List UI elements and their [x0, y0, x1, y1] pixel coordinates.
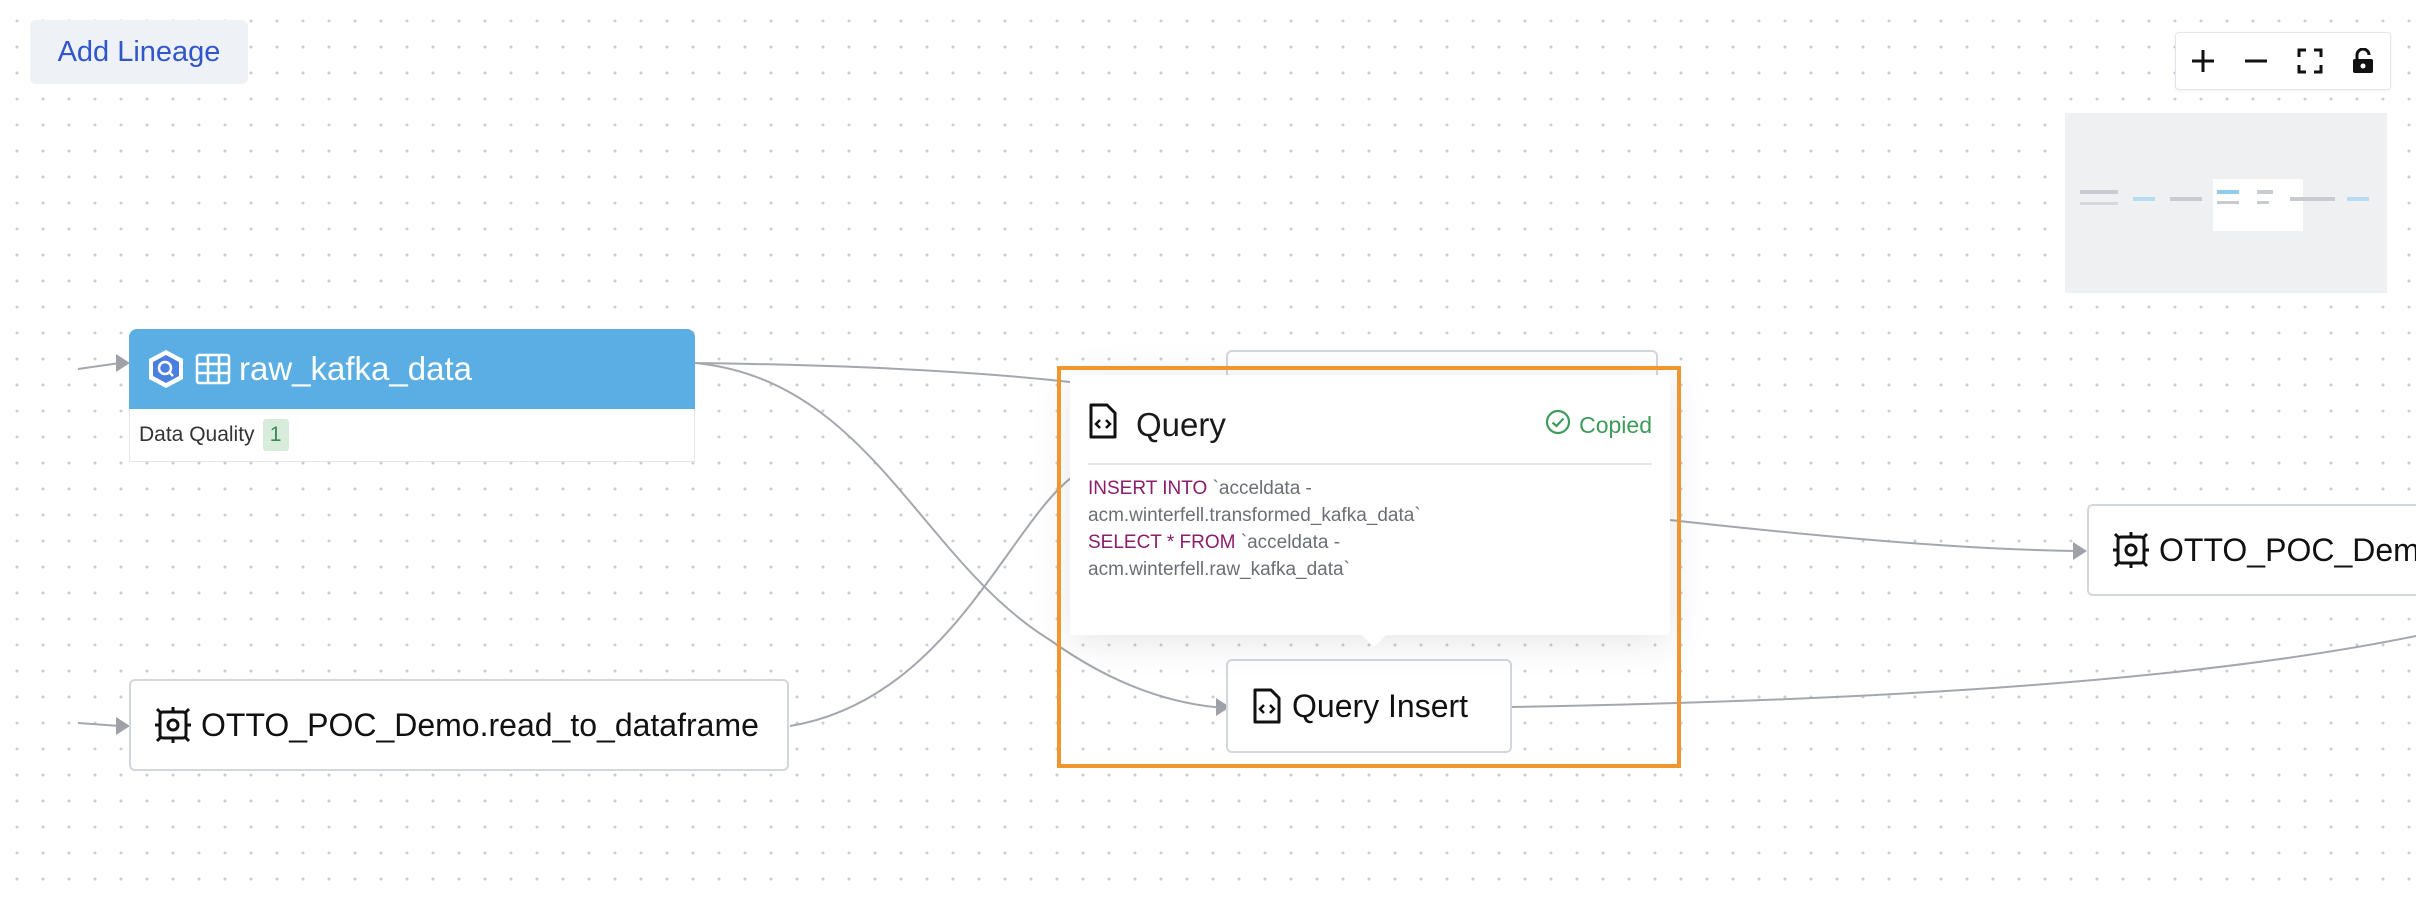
code-file-icon	[1088, 403, 1118, 447]
otto-right-title: OTTO_POC_Demo	[2159, 531, 2416, 568]
minimap[interactable]	[2065, 113, 2387, 293]
canvas-controls	[2175, 32, 2391, 90]
bigquery-icon	[145, 348, 187, 390]
query-popup: Query Copied INSERT INTO `acceldata - ac…	[1070, 375, 1670, 647]
code-file-icon	[1252, 688, 1282, 724]
raw-kafka-node-header: raw_kafka_data	[129, 329, 695, 409]
query-insert-node[interactable]: Query Insert	[1226, 659, 1512, 753]
query-popup-divider	[1088, 463, 1652, 465]
sql-keyword: INSERT INTO	[1088, 478, 1208, 499]
zoom-out-button[interactable]	[2234, 39, 2278, 83]
data-quality-label: Data Quality	[139, 423, 255, 446]
gear-chip-icon	[2113, 532, 2149, 568]
read-to-dataframe-node[interactable]: OTTO_POC_Demo.read_to_dataframe	[129, 679, 789, 771]
raw-kafka-data-node[interactable]: raw_kafka_data Data Quality 1	[129, 329, 695, 462]
sql-text: acm.winterfell.raw_kafka_data`	[1088, 559, 1350, 580]
otto-poc-demo-right-node[interactable]: OTTO_POC_Demo	[2087, 504, 2416, 596]
sql-query-text[interactable]: INSERT INTO `acceldata - acm.winterfell.…	[1088, 475, 1652, 583]
raw-kafka-node-body: Data Quality 1	[129, 409, 695, 462]
data-quality-count-badge[interactable]: 1	[262, 419, 289, 451]
otto-right-input-handle	[2073, 542, 2087, 560]
plus-icon	[2191, 50, 2214, 72]
gear-chip-icon	[155, 707, 191, 743]
sql-text: `acceldata -	[1212, 478, 1312, 499]
fit-view-button[interactable]	[2288, 39, 2332, 83]
query-popup-header: Query	[1088, 403, 1226, 447]
raw-kafka-input-handle	[116, 354, 130, 372]
copied-status[interactable]: Copied	[1545, 409, 1652, 441]
read-dataframe-input-handle	[116, 717, 130, 735]
popup-pointer	[1360, 633, 1388, 647]
table-icon	[195, 353, 231, 385]
query-popup-title: Query	[1136, 406, 1226, 443]
minimap-preview	[2080, 179, 2369, 231]
check-circle-icon	[1545, 409, 1571, 441]
zoom-in-button[interactable]	[2181, 39, 2225, 83]
sql-keyword: SELECT * FROM	[1088, 532, 1236, 553]
fit-view-icon	[2297, 48, 2323, 74]
lock-button[interactable]	[2341, 39, 2385, 83]
minus-icon	[2245, 59, 2268, 63]
query-insert-title: Query Insert	[1292, 687, 1469, 724]
read-to-dataframe-title: OTTO_POC_Demo.read_to_dataframe	[201, 706, 759, 743]
raw-kafka-node-title: raw_kafka_data	[239, 350, 472, 387]
lock-icon	[2353, 48, 2374, 73]
sql-text: `acceldata -	[1240, 532, 1341, 553]
sql-text: acm.winterfell.transformed_kafka_data`	[1088, 505, 1421, 526]
copied-label: Copied	[1579, 411, 1652, 438]
add-lineage-button[interactable]: Add Lineage	[30, 20, 248, 84]
